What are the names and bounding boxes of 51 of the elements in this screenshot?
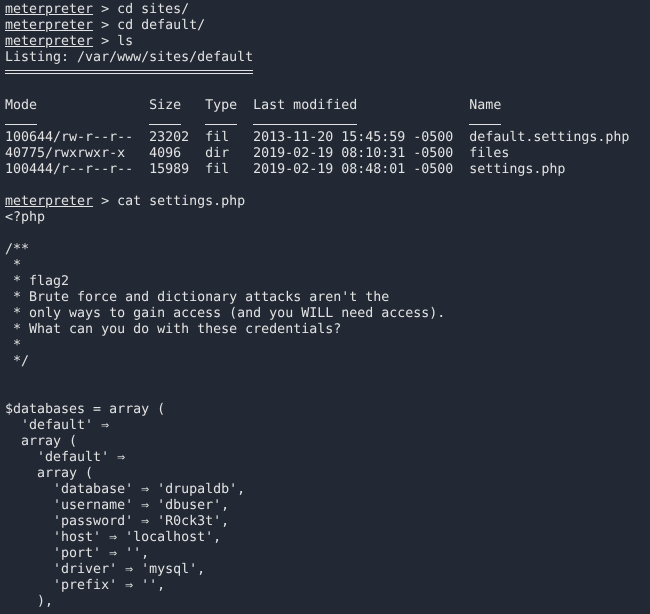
code-line: 'username' ⇒ 'dbuser', — [52, 498, 230, 514]
table-cell-text: 2013-11-20 15:45:59 -0500 — [253, 130, 454, 146]
code-line: * What can you do with these credentials? — [12, 322, 342, 338]
code-line: array ( — [36, 466, 94, 482]
code-line: 'port' ⇒ '', — [52, 546, 150, 562]
table-cell-text: 100444/r--r--r-- — [5, 162, 134, 178]
code-line: * — [12, 338, 22, 354]
code-line: * only ways to gain access (and you WILL need access). — [12, 306, 446, 322]
code-line: 'driver' ⇒ 'mysql', — [52, 562, 206, 578]
prompt-label: meterpreter — [5, 34, 94, 50]
table-cell-text: 2019-02-19 08:48:01 -0500 — [253, 162, 454, 178]
table-cell-text: 100644/rw-r--r-- — [5, 130, 134, 146]
table-cell-text: files — [469, 146, 510, 162]
code-line: $databases = array ( — [5, 402, 166, 418]
prompt-label: meterpreter — [5, 18, 94, 34]
command-text: > cat settings.php — [101, 194, 246, 210]
code-line: 'default' ⇒ — [36, 450, 126, 466]
code-line: * Brute force and dictionary attacks aren't the — [12, 290, 390, 306]
prompt-label: meterpreter — [5, 2, 94, 18]
code-line: 'prefix' ⇒ '', — [52, 578, 166, 594]
command-text: > cd sites/ — [101, 2, 190, 18]
table-cell-text: fil — [205, 130, 230, 146]
table-cell-text: settings.php — [469, 162, 566, 178]
table-cell-text: dir — [205, 146, 230, 162]
table-cell-text: 40775/rwxrwxr-x — [5, 146, 126, 162]
code-line: 'database' ⇒ 'drupaldb', — [52, 482, 246, 498]
table-cell-text: 2019-02-19 08:10:31 -0500 — [253, 146, 454, 162]
column-header: Type — [205, 98, 238, 114]
column-header: Size — [149, 98, 182, 114]
code-line: ), — [36, 594, 54, 610]
listing-title: Listing: /var/www/sites/default — [5, 50, 254, 66]
table-cell-text: 4096 — [149, 146, 182, 162]
code-line: 'host' ⇒ 'localhost', — [52, 530, 222, 546]
column-header: Name — [469, 98, 502, 114]
code-line: /** — [5, 242, 30, 258]
code-line: * flag2 — [12, 274, 70, 290]
code-line: array ( — [20, 434, 78, 450]
table-cell-text: fil — [205, 162, 230, 178]
column-header: Last modified — [253, 98, 358, 114]
code-line: 'password' ⇒ 'R0ck3t', — [52, 514, 230, 530]
code-line: <?php — [5, 210, 46, 226]
code-line: * — [12, 258, 22, 274]
command-text: > ls — [101, 34, 134, 50]
code-line: 'default' ⇒ — [20, 418, 110, 434]
prompt-label: meterpreter — [5, 194, 94, 210]
command-text: > cd default/ — [101, 18, 206, 34]
column-header: Mode — [5, 98, 38, 114]
code-line: */ — [12, 354, 30, 370]
table-cell-text: 15989 — [149, 162, 190, 178]
table-cell-text: default.settings.php — [469, 130, 630, 146]
table-cell-text: 23202 — [149, 130, 190, 146]
